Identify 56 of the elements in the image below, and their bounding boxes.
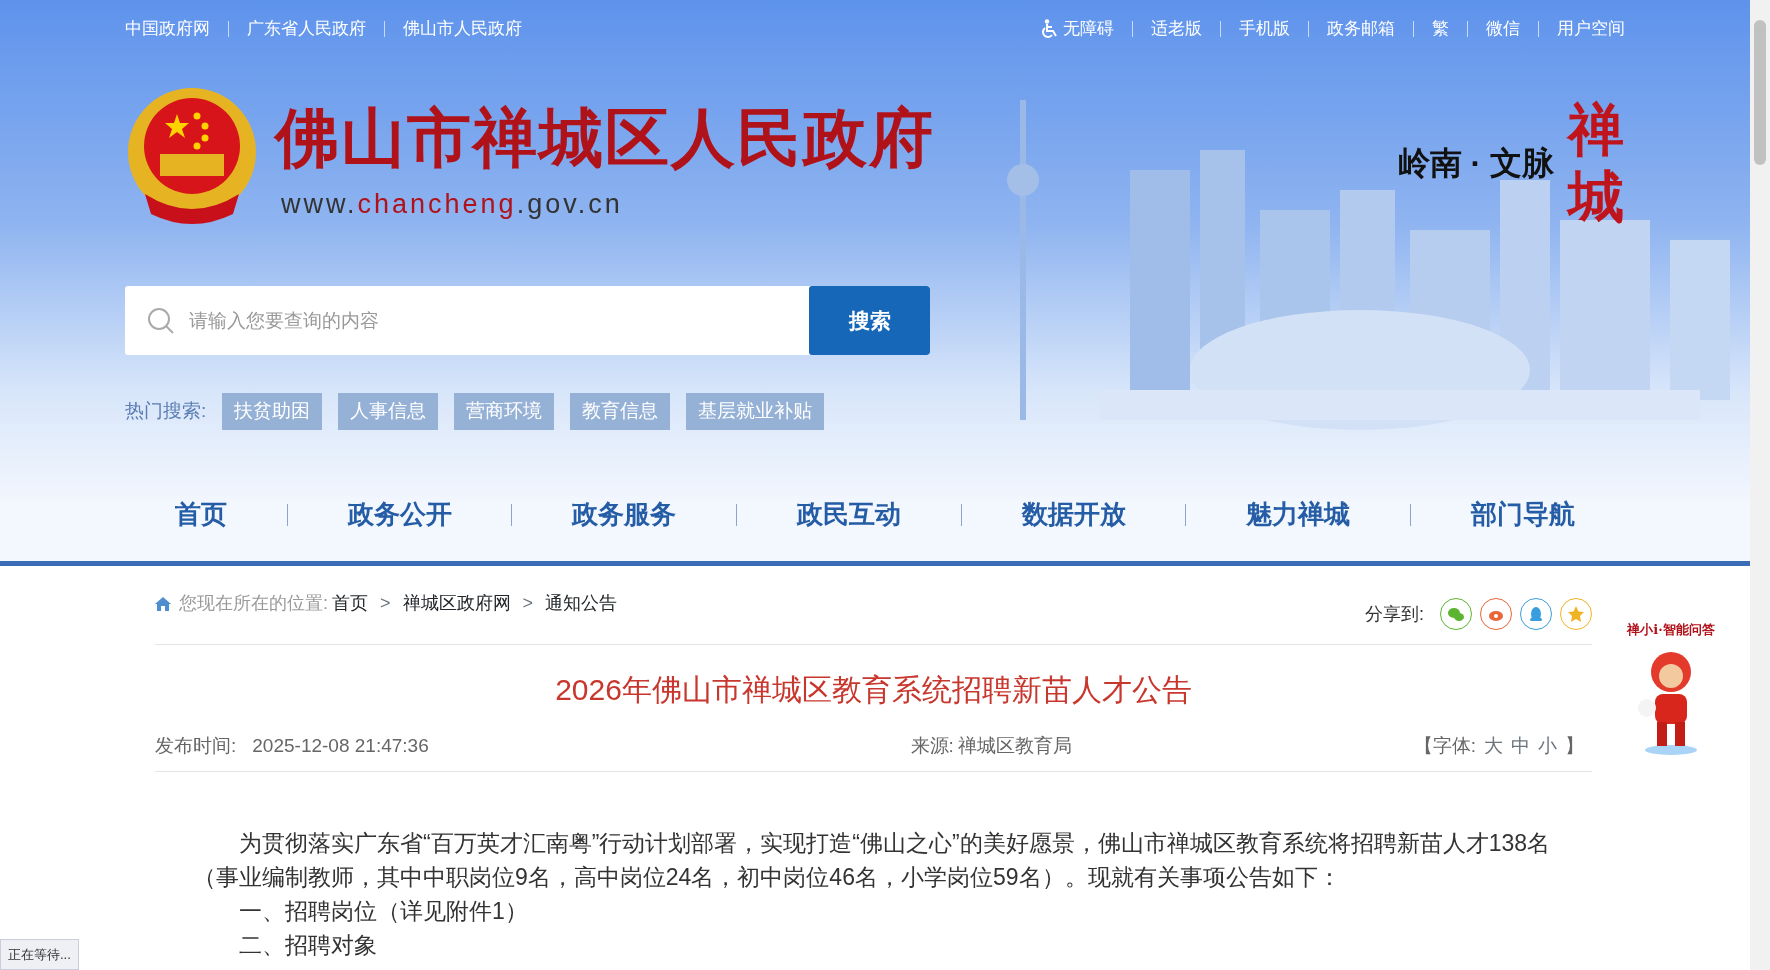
top-link[interactable]: 适老版	[1151, 16, 1202, 42]
nav-item[interactable]: 政务服务	[572, 495, 677, 535]
breadcrumb-separator: >	[522, 592, 534, 615]
bracket-text: 】	[1565, 734, 1584, 758]
nav-item[interactable]: 魅力禅城	[1246, 495, 1351, 535]
top-link[interactable]: 广东省人民政府	[247, 16, 366, 42]
source-text: 禅城区教育局	[957, 734, 1072, 758]
nav-item[interactable]: 数据开放	[1021, 495, 1126, 535]
share-button[interactable]	[1560, 598, 1592, 630]
top-link[interactable]: 政务邮箱	[1327, 16, 1395, 42]
chat-icon	[1447, 605, 1465, 623]
font-size-link[interactable]: 小	[1538, 732, 1557, 761]
search-field[interactable]: 请输入您要查询的内容 搜索	[125, 286, 930, 356]
breadcrumb-separator: >	[380, 592, 391, 615]
share-button[interactable]	[1440, 598, 1472, 630]
top-link[interactable]: 佛山市人民政府	[403, 16, 522, 42]
slogan-text: 岭南 · 文脉	[1397, 144, 1554, 184]
hot-search-label: 热门搜索:	[125, 399, 207, 424]
font-size-link[interactable]: 中	[1511, 732, 1530, 761]
article-title: 2026年佛山市禅城区教育系统招聘新苗人才公告	[554, 672, 1193, 708]
publish-label: 发布时间:	[155, 734, 237, 758]
penguin-icon	[1527, 605, 1545, 623]
paragraph: 二、招聘对象	[238, 930, 378, 960]
share-button[interactable]	[1520, 598, 1552, 630]
wheelchair-icon[interactable]	[1041, 19, 1059, 39]
star-icon	[1567, 605, 1585, 623]
nav-item[interactable]: 部门导航	[1470, 495, 1575, 535]
nav-item[interactable]: 政务公开	[347, 495, 452, 535]
font-size-link[interactable]: 大	[1484, 732, 1503, 761]
top-link[interactable]: 微信	[1486, 16, 1520, 42]
top-link[interactable]: 用户空间	[1557, 16, 1625, 42]
top-link[interactable]: 手机版	[1239, 16, 1290, 42]
breadcrumb-link[interactable]: 首页	[332, 590, 368, 617]
top-link[interactable]: 中国政府网	[125, 16, 210, 42]
calligraphy-text: 禅城	[1565, 96, 1625, 231]
nav-item[interactable]: 首页	[175, 495, 227, 535]
source-label: 来源:	[910, 734, 954, 758]
assistant-label[interactable]: 禅小i·智能问答	[1627, 620, 1715, 640]
breadcrumb-link[interactable]: 通知公告	[545, 590, 618, 617]
publish-date: 2025-12-08 21:47:36	[252, 734, 429, 758]
breadcrumb-label: 您现在所在的位置:	[179, 592, 328, 615]
top-link[interactable]: 无障碍	[1063, 16, 1114, 42]
share-button[interactable]	[1480, 598, 1512, 630]
nav-item[interactable]: 政民互动	[796, 495, 901, 535]
top-link[interactable]: 繁	[1432, 16, 1449, 42]
search-icon	[147, 306, 175, 335]
site-title: 佛山市禅城区人民政府	[275, 106, 935, 170]
font-size-label: 【字体:	[1413, 734, 1476, 758]
status-text: 正在等待...	[0, 938, 79, 970]
share-label: 分享到:	[1365, 602, 1424, 626]
paragraph: 为贯彻落实广东省“百万英才汇南粤”行动计划部署，实现打造“佛山之心”的美好愿景，佛山市禅城区教育系统将招聘新苗人才138名（事业编制教师，其中中职岗位9名，高中岗位24名，初中岗位46名，小学岗位59名）。现就有关事项公告如下：	[193, 828, 1551, 892]
home-icon	[155, 596, 171, 611]
search-button[interactable]: 搜索	[809, 286, 930, 356]
paragraph: 一、招聘岗位（详见附件1）	[238, 896, 529, 926]
site-url: www.chancheng.gov.cn	[281, 188, 624, 221]
breadcrumb-link[interactable]: 禅城区政府网	[402, 590, 511, 617]
